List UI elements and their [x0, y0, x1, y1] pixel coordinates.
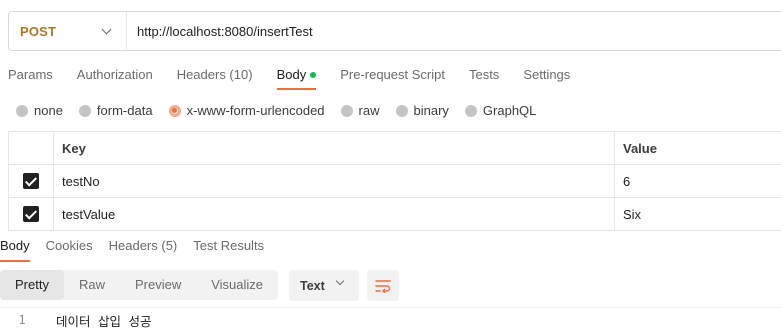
chevron-down-icon: [101, 24, 112, 34]
table-row: testValue Six: [8, 198, 781, 231]
tab-body[interactable]: Body: [276, 66, 317, 90]
body-type-urlencoded[interactable]: x-www-form-urlencoded: [168, 103, 325, 118]
body-type-form-data[interactable]: form-data: [78, 103, 153, 118]
response-tabs: Body Cookies Headers (5) Test Results: [0, 238, 280, 262]
row-key-cell[interactable]: testValue: [54, 198, 615, 230]
radio-icon: [464, 104, 477, 117]
wrap-lines-icon: [375, 279, 391, 293]
checkbox-checked-icon[interactable]: [23, 206, 39, 222]
body-type-none[interactable]: none: [16, 103, 63, 118]
response-line-text: 데이터 삽입 성공: [56, 313, 152, 329]
column-header-value: Value: [623, 140, 657, 156]
response-tab-test-results[interactable]: Test Results: [193, 238, 264, 262]
row-check-cell: [8, 165, 54, 197]
table-header-row: Key Value: [8, 132, 781, 165]
response-body-editor[interactable]: 1 데이터 삽입 성공: [0, 307, 781, 332]
radio-icon: [395, 104, 408, 117]
radio-icon: [16, 104, 28, 117]
tab-authorization[interactable]: Authorization: [77, 66, 153, 90]
wrap-lines-button[interactable]: [367, 270, 399, 301]
body-type-binary[interactable]: binary: [395, 103, 449, 118]
table-header-check-cell: [8, 132, 54, 164]
tab-params[interactable]: Params: [8, 66, 53, 90]
chevron-down-icon: [335, 276, 345, 286]
table-row: testNo 6: [8, 165, 781, 198]
response-tab-body[interactable]: Body: [0, 238, 30, 262]
view-visualize-button[interactable]: Visualize: [196, 270, 278, 300]
request-url-bar: POST: [8, 11, 781, 51]
row-check-cell: [8, 198, 54, 230]
radio-icon: [340, 104, 353, 117]
url-input[interactable]: [127, 12, 781, 50]
method-select[interactable]: POST: [9, 12, 127, 50]
response-tab-headers[interactable]: Headers (5): [109, 238, 178, 262]
format-select[interactable]: Text: [289, 270, 359, 301]
column-header-key: Key: [54, 132, 615, 164]
method-label: POST: [20, 23, 57, 39]
tab-headers[interactable]: Headers (10): [177, 66, 253, 90]
tab-pre-request-script[interactable]: Pre-request Script: [340, 66, 445, 90]
body-status-dot: [310, 71, 317, 78]
row-value-cell[interactable]: Six: [615, 198, 781, 230]
view-mode-toggle: Pretty Raw Preview Visualize: [0, 270, 279, 300]
body-type-raw[interactable]: raw: [340, 103, 380, 118]
row-value-cell[interactable]: 6: [615, 165, 781, 197]
row-key-cell[interactable]: testNo: [54, 165, 615, 197]
format-label: Text: [300, 278, 325, 293]
tab-tests[interactable]: Tests: [469, 66, 499, 90]
checkbox-checked-icon[interactable]: [23, 173, 39, 189]
key-value-table: Key Value testNo 6 testValue Six: [8, 131, 781, 231]
response-tab-cookies[interactable]: Cookies: [46, 238, 93, 262]
request-tabs: Params Authorization Headers (10) Body P…: [8, 66, 594, 90]
line-number: 1: [18, 313, 26, 327]
body-type-graphql[interactable]: GraphQL: [464, 103, 536, 118]
view-pretty-button[interactable]: Pretty: [0, 270, 64, 300]
view-raw-button[interactable]: Raw: [64, 270, 120, 300]
tab-settings[interactable]: Settings: [523, 66, 570, 90]
radio-icon: [78, 104, 91, 117]
body-type-radio-group: none form-data x-www-form-urlencoded raw…: [16, 103, 552, 118]
view-preview-button[interactable]: Preview: [120, 270, 196, 300]
radio-selected-icon: [168, 104, 181, 117]
